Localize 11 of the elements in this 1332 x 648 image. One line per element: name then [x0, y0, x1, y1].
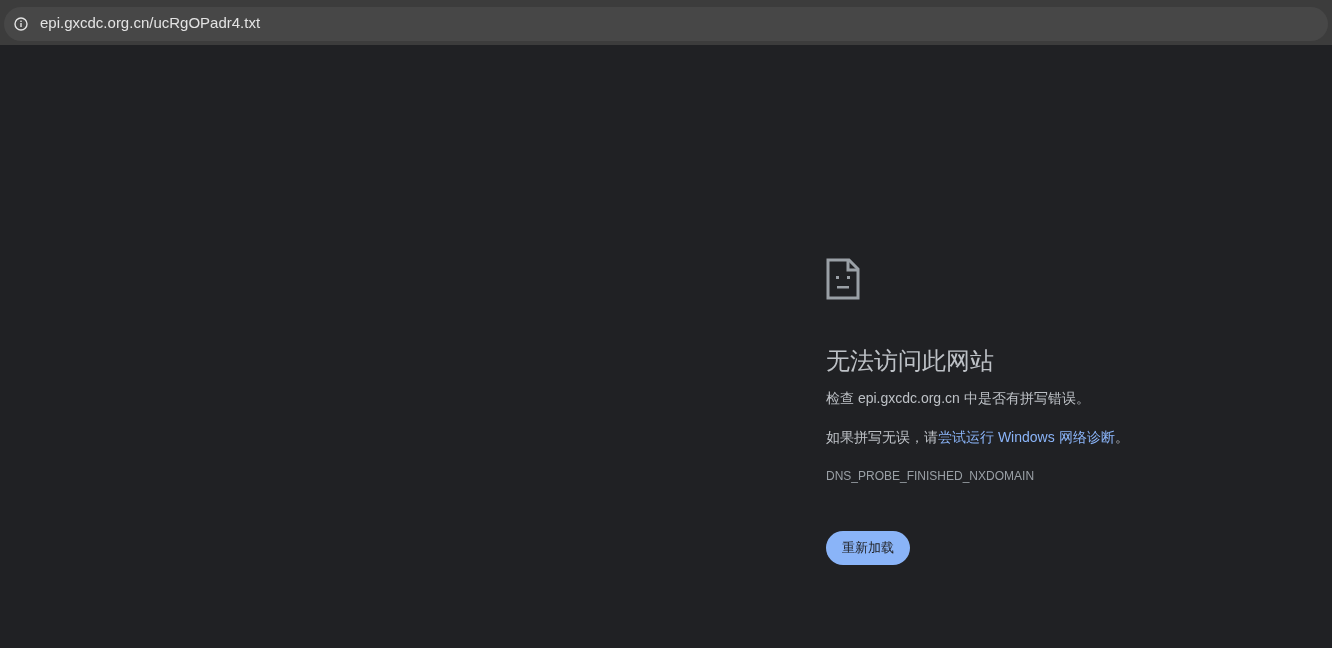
error-code: DNS_PROBE_FINISHED_NXDOMAIN — [826, 468, 1035, 484]
error-title: 无法访问此网站 — [826, 346, 994, 376]
suggestion-period: 。 — [1114, 428, 1129, 447]
sad-page-icon — [826, 258, 860, 300]
reload-button[interactable]: 重新加载 — [826, 531, 910, 565]
url-text[interactable]: epi.gxcdc.org.cn/ucRgOPadr4.txt — [40, 12, 261, 35]
diagnostics-link[interactable]: 尝试运行 Windows 网络诊断 — [938, 427, 1115, 447]
error-message: 检查 epi.gxcdc.org.cn 中是否有拼写错误。 — [826, 389, 1090, 408]
address-bar[interactable]: epi.gxcdc.org.cn/ucRgOPadr4.txt — [4, 6, 1328, 41]
info-icon[interactable] — [14, 16, 28, 31]
suggestion-text: 如果拼写无误，请 — [826, 428, 938, 447]
